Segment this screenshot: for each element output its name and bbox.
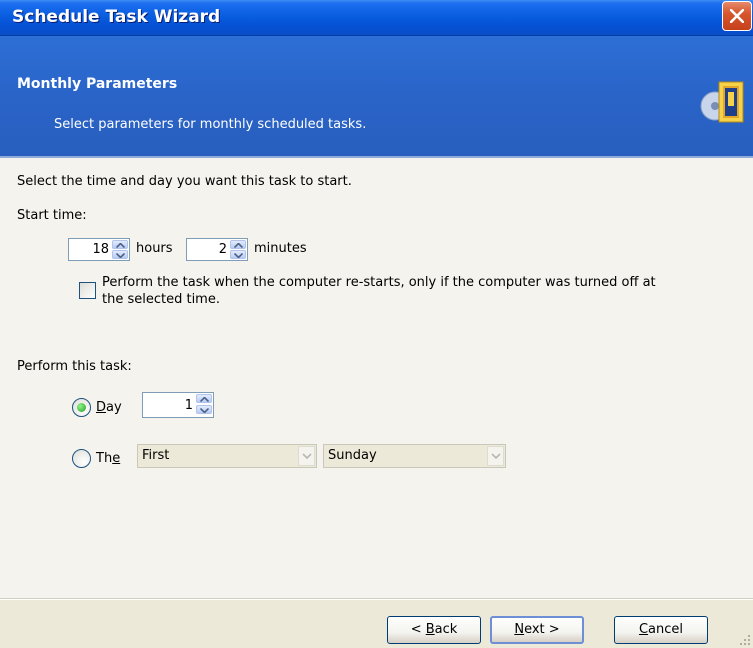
chevron-down-icon <box>302 453 312 459</box>
header-title: Monthly Parameters <box>17 76 178 92</box>
minutes-value: 2 <box>218 242 227 257</box>
restart-checkbox[interactable] <box>79 282 96 299</box>
wizard-footer: < Back Next > Cancel <box>0 600 753 648</box>
chevron-down-icon <box>491 453 501 459</box>
cancel-button[interactable]: Cancel <box>614 616 708 644</box>
spin-up-icon <box>116 243 125 248</box>
day-spinner[interactable]: 1 <box>142 392 214 418</box>
restart-option-label[interactable]: Perform the task when the computer re-st… <box>102 274 656 308</box>
hours-spinner[interactable]: 18 <box>68 238 130 261</box>
instruction-text: Select the time and day you want this ta… <box>17 174 352 189</box>
minutes-up-button[interactable] <box>230 240 246 249</box>
resize-grip-icon[interactable] <box>739 634 751 646</box>
header-subtitle: Select parameters for monthly scheduled … <box>54 117 367 132</box>
restart-option-line2: the selected time. <box>102 292 220 307</box>
weekday-select-value: Sunday <box>328 448 377 463</box>
week-select-dropdown-button[interactable] <box>298 446 315 466</box>
spin-up-icon <box>234 243 243 248</box>
spin-up-icon <box>200 397 209 402</box>
wizard-content: Select the time and day you want this ta… <box>0 158 753 598</box>
day-radio[interactable] <box>72 398 91 417</box>
day-up-button[interactable] <box>196 394 212 403</box>
wizard-header: Monthly Parameters Select parameters for… <box>0 36 753 158</box>
spin-down-icon <box>116 253 125 258</box>
day-down-button[interactable] <box>196 405 212 414</box>
spin-down-icon <box>234 253 243 258</box>
hours-label: hours <box>136 241 173 256</box>
minutes-down-button[interactable] <box>230 250 246 259</box>
hours-down-button[interactable] <box>112 250 128 259</box>
the-radio[interactable] <box>72 449 91 468</box>
title-bar: Schedule Task Wizard <box>0 0 753 36</box>
weekday-select-dropdown-button[interactable] <box>487 446 504 466</box>
week-select-value: First <box>142 448 170 463</box>
perform-task-label: Perform this task: <box>17 359 132 374</box>
close-button[interactable] <box>722 1 752 31</box>
close-icon <box>730 9 744 23</box>
window-title: Schedule Task Wizard <box>12 7 221 27</box>
hours-up-button[interactable] <box>112 240 128 249</box>
day-value: 1 <box>184 398 193 413</box>
back-button[interactable]: < Back <box>387 616 481 644</box>
spin-down-icon <box>200 408 209 413</box>
week-select[interactable]: First <box>137 444 317 468</box>
minutes-spinner[interactable]: 2 <box>186 238 248 261</box>
weekday-select[interactable]: Sunday <box>323 444 506 468</box>
radio-selected-dot <box>77 403 86 412</box>
next-button[interactable]: Next > <box>490 616 584 644</box>
restart-option-line1: Perform the task when the computer re-st… <box>102 275 656 290</box>
minutes-label: minutes <box>254 241 307 256</box>
the-radio-label[interactable]: The <box>96 451 120 466</box>
start-time-label: Start time: <box>17 208 87 223</box>
day-radio-label[interactable]: Day <box>96 400 122 415</box>
wizard-icon <box>700 81 744 123</box>
hours-value: 18 <box>92 242 109 257</box>
